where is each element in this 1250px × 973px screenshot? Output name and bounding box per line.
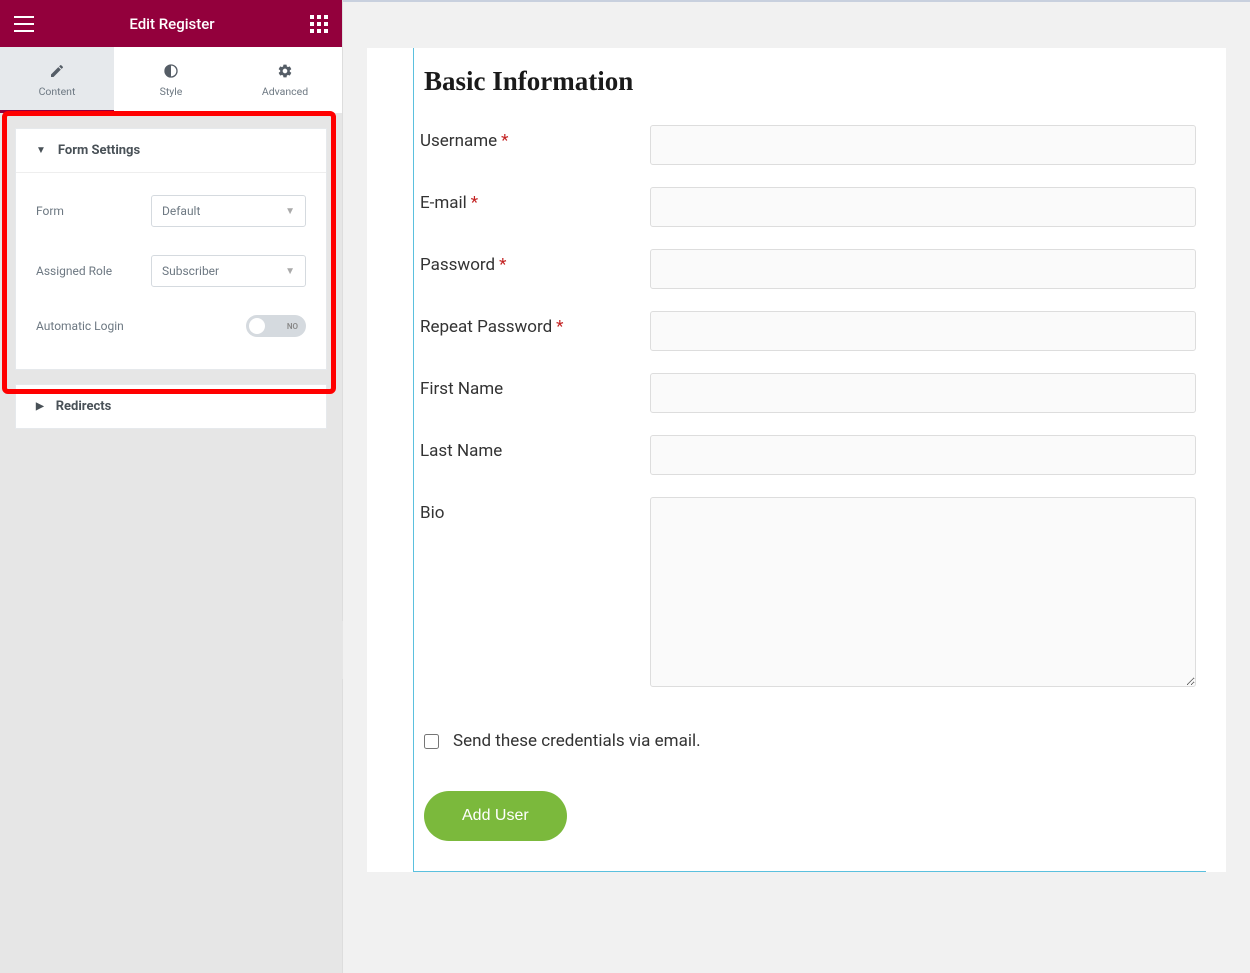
control-label: Form <box>36 204 64 218</box>
field-last-name: Last Name <box>420 435 1196 475</box>
first-name-input[interactable] <box>650 373 1196 413</box>
repeat-password-input[interactable] <box>650 311 1196 351</box>
editor-tabs: Content Style Advanced <box>0 47 342 113</box>
field-label: Bio <box>420 497 650 523</box>
canvas-top-border <box>343 0 1250 2</box>
field-label: E-mail* <box>420 187 650 213</box>
field-password: Password* <box>420 249 1196 289</box>
toggle-knob <box>249 318 265 334</box>
form-select[interactable]: Default ▼ <box>151 195 306 227</box>
send-credentials-checkbox[interactable] <box>424 734 439 749</box>
field-label: Username* <box>420 125 650 151</box>
control-automatic-login: Automatic Login NO <box>36 301 306 351</box>
field-bio: Bio <box>420 497 1196 691</box>
widget-canvas: Basic Information Username* E-mail* Pass… <box>367 48 1226 872</box>
caret-right-icon: ▶ <box>36 401 44 412</box>
automatic-login-toggle[interactable]: NO <box>246 315 306 337</box>
tab-label: Style <box>160 85 183 98</box>
tab-content[interactable]: Content <box>0 47 114 113</box>
control-label: Assigned Role <box>36 264 112 278</box>
required-asterisk: * <box>501 131 508 151</box>
field-email: E-mail* <box>420 187 1196 227</box>
send-credentials-row: Send these credentials via email. <box>424 731 1196 751</box>
sidebar-header: Edit Register <box>0 0 342 47</box>
assigned-role-select[interactable]: Subscriber ▼ <box>151 255 306 287</box>
panel-title: Form Settings <box>58 143 140 158</box>
gear-icon <box>277 63 293 79</box>
panel-header-form-settings[interactable]: ▼ Form Settings <box>16 129 326 172</box>
email-input[interactable] <box>650 187 1196 227</box>
chevron-down-icon: ▼ <box>285 266 295 277</box>
panel-body: Form Default ▼ Assigned Role Subs <box>16 172 326 369</box>
control-form: Form Default ▼ <box>36 181 306 241</box>
editor-sidebar: Edit Register Content Style Advanced ▼ <box>0 0 343 973</box>
field-repeat-password: Repeat Password* <box>420 311 1196 351</box>
pencil-icon <box>49 63 65 79</box>
field-label: First Name <box>420 373 650 399</box>
field-label: Repeat Password* <box>420 311 650 337</box>
sidebar-title: Edit Register <box>129 15 214 33</box>
password-input[interactable] <box>650 249 1196 289</box>
panels-wrapper: ▼ Form Settings Form Default ▼ <box>0 113 342 458</box>
tab-advanced[interactable]: Advanced <box>228 47 342 113</box>
chevron-down-icon: ▼ <box>285 206 295 217</box>
form-heading: Basic Information <box>420 66 1196 97</box>
panel-form-settings: ▼ Form Settings Form Default ▼ <box>15 128 327 370</box>
required-asterisk: * <box>556 317 563 337</box>
register-widget[interactable]: Basic Information Username* E-mail* Pass… <box>413 48 1206 872</box>
required-asterisk: * <box>471 193 478 213</box>
apps-icon[interactable] <box>310 15 328 33</box>
select-value: Subscriber <box>162 264 219 278</box>
tab-label: Content <box>39 85 76 98</box>
field-label: Password* <box>420 249 650 275</box>
control-assigned-role: Assigned Role Subscriber ▼ <box>36 241 306 301</box>
control-label: Automatic Login <box>36 319 124 333</box>
add-user-button[interactable]: Add User <box>424 791 567 841</box>
tab-label: Advanced <box>262 85 308 98</box>
caret-down-icon: ▼ <box>36 145 46 156</box>
bio-textarea[interactable] <box>650 497 1196 687</box>
checkbox-label: Send these credentials via email. <box>453 731 701 751</box>
tab-style[interactable]: Style <box>114 47 228 113</box>
menu-icon[interactable] <box>14 16 34 32</box>
panel-redirects: ▶ Redirects <box>15 384 327 429</box>
panel-title: Redirects <box>56 399 112 414</box>
username-input[interactable] <box>650 125 1196 165</box>
field-first-name: First Name <box>420 373 1196 413</box>
required-asterisk: * <box>499 255 506 275</box>
field-label: Last Name <box>420 435 650 461</box>
contrast-icon <box>163 63 179 79</box>
preview-canvas: Basic Information Username* E-mail* Pass… <box>343 0 1250 973</box>
toggle-state: NO <box>287 322 298 331</box>
panel-header-redirects[interactable]: ▶ Redirects <box>16 385 326 428</box>
select-value: Default <box>162 204 200 218</box>
field-username: Username* <box>420 125 1196 165</box>
last-name-input[interactable] <box>650 435 1196 475</box>
